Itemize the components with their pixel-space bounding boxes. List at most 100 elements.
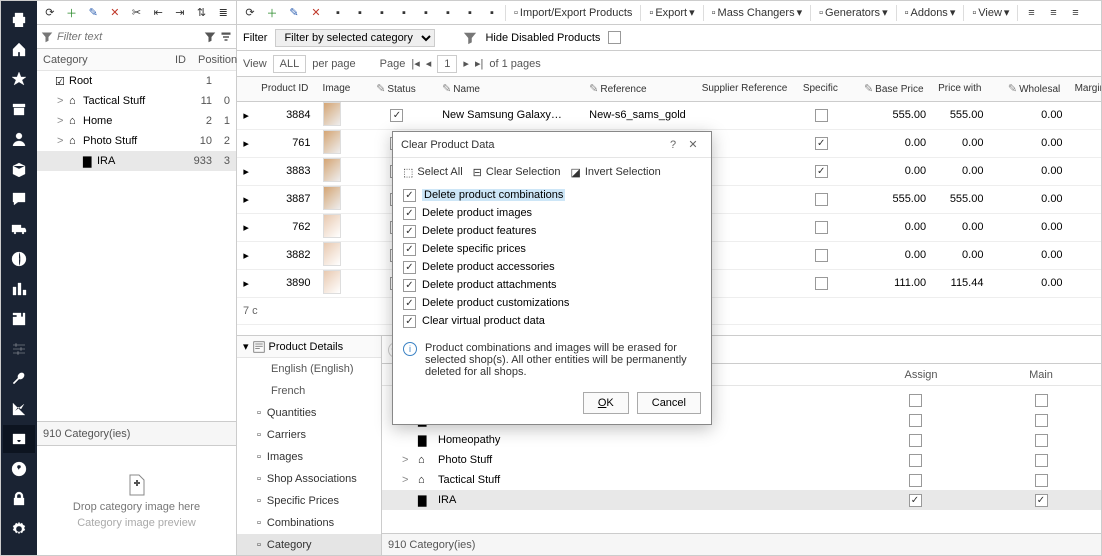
copy3-button[interactable]: ▪ bbox=[395, 4, 413, 22]
nav-printer-icon[interactable] bbox=[3, 5, 35, 33]
expand-cell[interactable]: ▸ bbox=[237, 157, 255, 185]
pager-next[interactable]: ▸ bbox=[463, 57, 469, 70]
pencil-button[interactable]: ✎ bbox=[285, 4, 303, 22]
tree-row-photo-stuff[interactable]: >⌂Photo Stuff102 bbox=[37, 131, 236, 151]
option-delete-product-accessories[interactable]: Delete product accessories bbox=[403, 258, 701, 276]
tab-french[interactable]: French bbox=[237, 380, 381, 402]
tab-images[interactable]: ▫Images bbox=[237, 446, 381, 468]
search-button[interactable]: ▪ bbox=[329, 4, 347, 22]
clear-selection-button[interactable]: ⊟Clear Selection bbox=[473, 166, 561, 179]
status-cell[interactable] bbox=[370, 101, 423, 129]
option-delete-product-combinations[interactable]: Delete product combinations bbox=[403, 186, 701, 204]
import-export-products-dropdown[interactable]: ▫Import/Export Products bbox=[510, 4, 636, 22]
specific-cell[interactable] bbox=[797, 101, 846, 129]
col-price-with[interactable]: Price with bbox=[932, 77, 989, 101]
dialog-close-button[interactable]: ✕ bbox=[683, 138, 703, 151]
col-action[interactable] bbox=[846, 77, 858, 101]
sort-desc-button[interactable]: ≡ bbox=[1044, 4, 1062, 22]
option-checkbox[interactable] bbox=[403, 279, 416, 292]
nav-puzzle-icon[interactable] bbox=[3, 305, 35, 333]
pager-current[interactable]: 1 bbox=[437, 55, 457, 73]
tab-category[interactable]: ▫Category bbox=[237, 534, 381, 555]
expand-icon[interactable]: > bbox=[402, 454, 412, 466]
indent-left-button[interactable]: ⇤ bbox=[149, 4, 167, 22]
cat-row-ira[interactable]: ▇IRA bbox=[382, 490, 1101, 510]
option-checkbox[interactable] bbox=[403, 315, 416, 328]
nav-user-icon[interactable] bbox=[3, 125, 35, 153]
mass-changers-dropdown[interactable]: ▫Mass Changers▾ bbox=[708, 4, 806, 22]
tree-row-home[interactable]: >⌂Home21 bbox=[37, 111, 236, 131]
x-button[interactable]: ✕ bbox=[307, 4, 325, 22]
tree-button[interactable]: ▪ bbox=[461, 4, 479, 22]
pencil-button[interactable]: ✎ bbox=[84, 4, 102, 22]
col-reference[interactable]: ✎Reference bbox=[583, 77, 696, 101]
dialog-help-button[interactable]: ? bbox=[663, 139, 683, 151]
nav-help-icon[interactable] bbox=[3, 455, 35, 483]
nav-chat-icon[interactable] bbox=[3, 185, 35, 213]
pager-last[interactable]: ▸| bbox=[475, 57, 483, 70]
nav-chart-bar-icon[interactable] bbox=[3, 275, 35, 303]
tab-carriers[interactable]: ▫Carriers bbox=[237, 424, 381, 446]
option-checkbox[interactable] bbox=[403, 189, 416, 202]
main-checkbox[interactable] bbox=[981, 434, 1101, 447]
expand-cell[interactable]: ▸ bbox=[237, 241, 255, 269]
cat-row-tactical-stuff[interactable]: >⌂Tactical Stuff bbox=[382, 470, 1101, 490]
col-action[interactable] bbox=[237, 77, 255, 101]
invert-selection-button[interactable]: ◪Invert Selection bbox=[570, 166, 660, 179]
assign-checkbox[interactable] bbox=[855, 434, 975, 447]
nav-lock-icon[interactable] bbox=[3, 485, 35, 513]
option-checkbox[interactable] bbox=[403, 297, 416, 310]
filter-opt-icon[interactable] bbox=[204, 31, 216, 43]
cols-button[interactable]: ≡ bbox=[1066, 4, 1084, 22]
nav-star-icon[interactable] bbox=[3, 65, 35, 93]
main-checkbox[interactable] bbox=[981, 474, 1101, 487]
main-checkbox[interactable] bbox=[981, 394, 1101, 407]
col-wholesal[interactable]: ✎Wholesal bbox=[1002, 77, 1069, 101]
filter-select[interactable]: Filter by selected category bbox=[275, 29, 435, 47]
option-delete-product-attachments[interactable]: Delete product attachments bbox=[403, 276, 701, 294]
dialog-cancel-button[interactable]: Cancel bbox=[637, 392, 701, 414]
dialog-ok-button[interactable]: OK bbox=[583, 392, 629, 414]
assign-checkbox[interactable] bbox=[855, 494, 975, 507]
hide-disabled-checkbox[interactable] bbox=[608, 31, 621, 44]
expand-cell[interactable]: ▸ bbox=[237, 269, 255, 297]
table-row[interactable]: ▸3884New Samsung Galaxy S6 32GB G920F Go… bbox=[237, 101, 1101, 129]
col-action[interactable] bbox=[571, 77, 583, 101]
nav-chart-icon[interactable] bbox=[3, 395, 35, 423]
col-status[interactable]: ✎Status bbox=[370, 77, 423, 101]
more-button[interactable]: ▪ bbox=[483, 4, 501, 22]
col-action[interactable] bbox=[358, 77, 370, 101]
sort-button[interactable]: ⇅ bbox=[193, 4, 211, 22]
addons-dropdown[interactable]: ▫Addons▾ bbox=[901, 4, 960, 22]
copy-button[interactable]: ▪ bbox=[351, 4, 369, 22]
nav-globe-icon[interactable] bbox=[3, 245, 35, 273]
link-button[interactable]: ▪ bbox=[439, 4, 457, 22]
pager-first[interactable]: |◂ bbox=[411, 57, 419, 70]
pager-prev[interactable]: ◂ bbox=[426, 57, 432, 70]
specific-cell[interactable] bbox=[797, 269, 846, 297]
filter-clear-icon[interactable] bbox=[220, 31, 232, 43]
nav-sliders-icon[interactable] bbox=[3, 335, 35, 363]
generators-dropdown[interactable]: ▫Generators▾ bbox=[815, 4, 891, 22]
main-checkbox[interactable] bbox=[981, 494, 1101, 507]
category-image-dropzone[interactable]: Drop category image here Category image … bbox=[37, 445, 236, 555]
tab-combinations[interactable]: ▫Combinations bbox=[237, 512, 381, 534]
option-clear-virtual-product-data[interactable]: Clear virtual product data bbox=[403, 312, 701, 330]
expand-icon[interactable]: > bbox=[57, 115, 69, 127]
option-delete-product-images[interactable]: Delete product images bbox=[403, 204, 701, 222]
export-dropdown[interactable]: ▫Export▾ bbox=[645, 4, 698, 22]
select-all-button[interactable]: ⬚Select All bbox=[403, 166, 463, 179]
filter-toggle-button[interactable]: ≣ bbox=[214, 4, 232, 22]
tree-row-ira[interactable]: ▇IRA9333 bbox=[37, 151, 236, 171]
col-action[interactable] bbox=[424, 77, 436, 101]
specific-cell[interactable] bbox=[797, 213, 846, 241]
assign-checkbox[interactable] bbox=[855, 414, 975, 427]
specific-cell[interactable] bbox=[797, 157, 846, 185]
tab-english-english-[interactable]: English (English) bbox=[237, 358, 381, 380]
expand-cell[interactable]: ▸ bbox=[237, 213, 255, 241]
cat-row-photo-stuff[interactable]: >⌂Photo Stuff bbox=[382, 450, 1101, 470]
expand-cell[interactable]: ▸ bbox=[237, 101, 255, 129]
col-product-id[interactable]: Product ID bbox=[255, 77, 316, 101]
col-supplier-reference[interactable]: Supplier Reference bbox=[696, 77, 797, 101]
category-filter-input[interactable] bbox=[57, 31, 200, 43]
